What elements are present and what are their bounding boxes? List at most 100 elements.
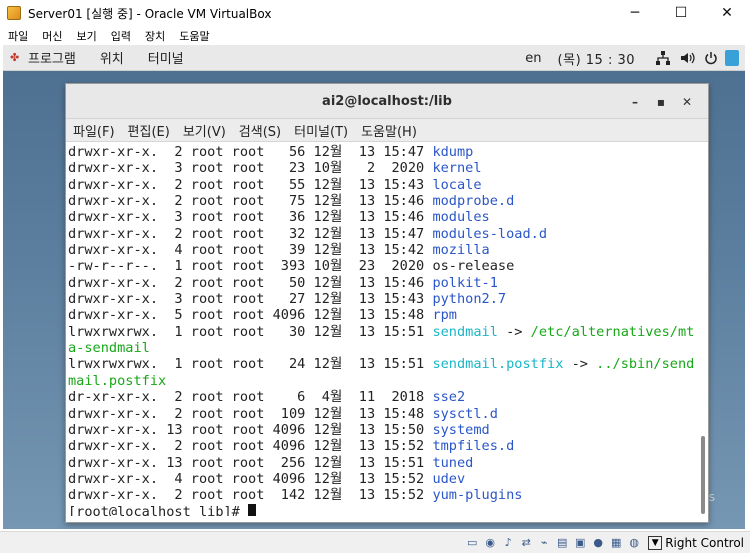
line-meta: drwxr-xr-x. 3 root root 27 12월 13 15:43 [68,291,433,308]
terminal-menu-file[interactable]: 파일(F) [73,121,115,140]
network-icon[interactable]: ⇄ [518,535,534,551]
terminal-menu-help[interactable]: 도움말(H) [361,121,417,140]
terminal-line: drwxr-xr-x. 2 root root 56 12월 13 15:47 … [68,144,699,160]
power-icon[interactable] [701,51,721,65]
menu-file[interactable]: 파일 [8,28,28,44]
terminal-menu-terminal[interactable]: 터미널(T) [294,121,348,140]
usb-icon[interactable]: ⌁ [536,535,552,551]
line-meta: drwxr-xr-x. 13 root root 256 12월 13 15:5… [68,454,433,471]
shell-prompt: [root@localhost lib]# [68,503,249,516]
terminal-line: drwxr-xr-x. 2 root root 4096 12월 13 15:5… [68,438,699,454]
audio-icon[interactable]: ♪ [500,535,516,551]
maximize-button[interactable]: ☐ [658,0,704,26]
network-icon[interactable] [653,51,673,65]
terminal-line: drwxr-xr-x. 3 root root 23 10월 2 2020 ke… [68,160,699,176]
optical-icon[interactable]: ◉ [482,535,498,551]
line-meta: -rw-r--r--. 1 root root 393 10월 23 2020 [68,258,433,275]
places-menu[interactable]: 위치 [100,48,124,67]
terminal-line: dr-xr-xr-x. 2 root root 6 4월 11 2018 sse… [68,389,699,405]
terminal-line: drwxr-xr-x. 13 root root 4096 12월 13 15:… [68,422,699,438]
terminal-line: drwxr-xr-x. 4 root root 39 12월 13 15:42 … [68,242,699,258]
terminal-line: drwxr-xr-x. 5 root root 4096 12월 13 15:4… [68,307,699,323]
line-meta: dr-xr-xr-x. 2 root root 6 4월 11 2018 [68,389,433,406]
terminal-maximize-button[interactable]: ▪ [648,95,674,109]
dir-name: kernel [432,160,482,177]
terminal-line: -rw-r--r--. 1 root root 393 10월 23 2020 … [68,258,699,274]
symlink-target-wrap: mail.postfix [68,372,167,389]
dir-name: sysctl.d [432,405,498,422]
dir-name: python2.7 [432,291,507,308]
menu-machine[interactable]: 머신 [42,28,62,44]
shared-folder-icon[interactable]: ▤ [554,535,570,551]
terminal-menu-edit[interactable]: 편집(E) [128,121,170,140]
terminal-line: drwxr-xr-x. 3 root root 27 12월 13 15:43 … [68,291,699,307]
display-icon[interactable]: ▣ [572,535,588,551]
terminal-title: ai2@localhost:/lib [322,93,452,109]
terminal-scrollbar[interactable] [700,146,706,516]
menu-input[interactable]: 입력 [111,28,131,44]
line-meta: drwxr-xr-x. 2 root root 32 12월 13 15:47 [68,225,433,242]
vbox-menubar: 파일 머신 보기 입력 장치 도움말 [0,26,750,45]
terminal-output[interactable]: drwxr-xr-x. 2 root root 56 12월 13 15:47 … [66,144,699,516]
hdd-icon[interactable]: ▭ [464,535,480,551]
vbox-window-title: Server01 [실행 중] - Oracle VM VirtualBox [28,6,272,21]
arrow-down-icon: ▼ [648,535,663,550]
minimize-button[interactable]: ─ [612,0,658,26]
symlink-arrow: -> [497,323,531,340]
terminal-line: drwxr-xr-x. 2 root root 142 12월 13 15:52… [68,487,699,503]
terminal-line: drwxr-xr-x. 3 root root 36 12월 13 15:46 … [68,209,699,225]
menu-help[interactable]: 도움말 [179,28,209,44]
symlink-name: sendmail [432,323,498,340]
mouse-icon[interactable]: ◍ [626,535,642,551]
file-name: os-release [432,258,515,275]
symlink-target: ../sbin/send [596,356,695,373]
dir-name: tmpfiles.d [432,438,515,455]
terminal-line: a-sendmail [68,340,699,356]
terminal-titlebar[interactable]: ai2@localhost:/lib – ▪ ✕ [66,84,708,119]
dir-name: modules-load.d [432,225,548,242]
applications-menu[interactable]: 프로그램 [28,48,76,67]
window-controls: ─ ☐ ✕ [612,0,750,26]
cpu-icon[interactable]: ▦ [608,535,624,551]
dir-name: modules [432,209,490,226]
menu-view[interactable]: 보기 [77,28,97,44]
terminal-line: drwxr-xr-x. 2 root root 55 12월 13 15:43 … [68,177,699,193]
line-meta: drwxr-xr-x. 2 root root 55 12월 13 15:43 [68,176,433,193]
close-button[interactable]: ✕ [704,0,750,26]
line-meta: drwxr-xr-x. 3 root root 36 12월 13 15:46 [68,209,433,226]
dir-name: locale [432,176,482,193]
text-cursor [248,503,257,516]
terminal-minimize-button[interactable]: – [622,95,648,109]
line-meta: drwxr-xr-x. 3 root root 23 10월 2 2020 [68,160,433,177]
terminal-window[interactable]: ai2@localhost:/lib – ▪ ✕ 파일(F) 편집(E) 보기(… [65,83,709,523]
menu-devices[interactable]: 장치 [145,28,165,44]
line-meta: drwxr-xr-x. 2 root root 75 12월 13 15:46 [68,193,433,210]
system-menu-badge-icon[interactable] [725,50,739,66]
terminal-line: drwxr-xr-x. 2 root root 75 12월 13 15:46 … [68,193,699,209]
host-key-indicator[interactable]: ▼ Right Control [648,535,744,550]
recording-icon[interactable]: ● [590,535,606,551]
symlink-name: sendmail.postfix [432,356,564,373]
vbox-titlebar[interactable]: Server01 [실행 중] - Oracle VM VirtualBox ─… [0,0,750,26]
scrollbar-thumb[interactable] [701,436,705,514]
terminal-menu-view[interactable]: 보기(V) [183,121,226,140]
guest-display[interactable]: ✤ 프로그램 위치 터미널 en (목) 15 : 30 s ai2@local… [3,45,745,529]
terminal-close-button[interactable]: ✕ [674,95,700,109]
terminal-line: drwxr-xr-x. 4 root root 4096 12월 13 15:5… [68,471,699,487]
line-meta: drwxr-xr-x. 13 root root 4096 12월 13 15:… [68,421,433,438]
terminal-menubar: 파일(F) 편집(E) 보기(V) 검색(S) 터미널(T) 도움말(H) [66,119,708,142]
dir-name: systemd [432,421,490,438]
apps-menu-icon: ✤ [10,51,20,64]
line-meta: drwxr-xr-x. 4 root root 4096 12월 13 15:5… [68,470,433,487]
line-meta: drwxr-xr-x. 2 root root 4096 12월 13 15:5… [68,438,433,455]
gnome-top-bar: ✤ 프로그램 위치 터미널 en (목) 15 : 30 [3,45,745,71]
input-language-indicator[interactable]: en [525,51,541,66]
line-meta: lrwxrwxrwx. 1 root root 30 12월 13 15:51 [68,323,433,340]
line-meta: drwxr-xr-x. 2 root root 142 12월 13 15:52 [68,487,433,504]
active-app-menu[interactable]: 터미널 [148,48,184,67]
dir-name: tuned [432,454,474,471]
volume-icon[interactable] [677,51,697,65]
clock[interactable]: (목) 15 : 30 [558,49,635,68]
terminal-menu-search[interactable]: 검색(S) [239,121,281,140]
line-meta: drwxr-xr-x. 5 root root 4096 12월 13 15:4… [68,307,433,324]
